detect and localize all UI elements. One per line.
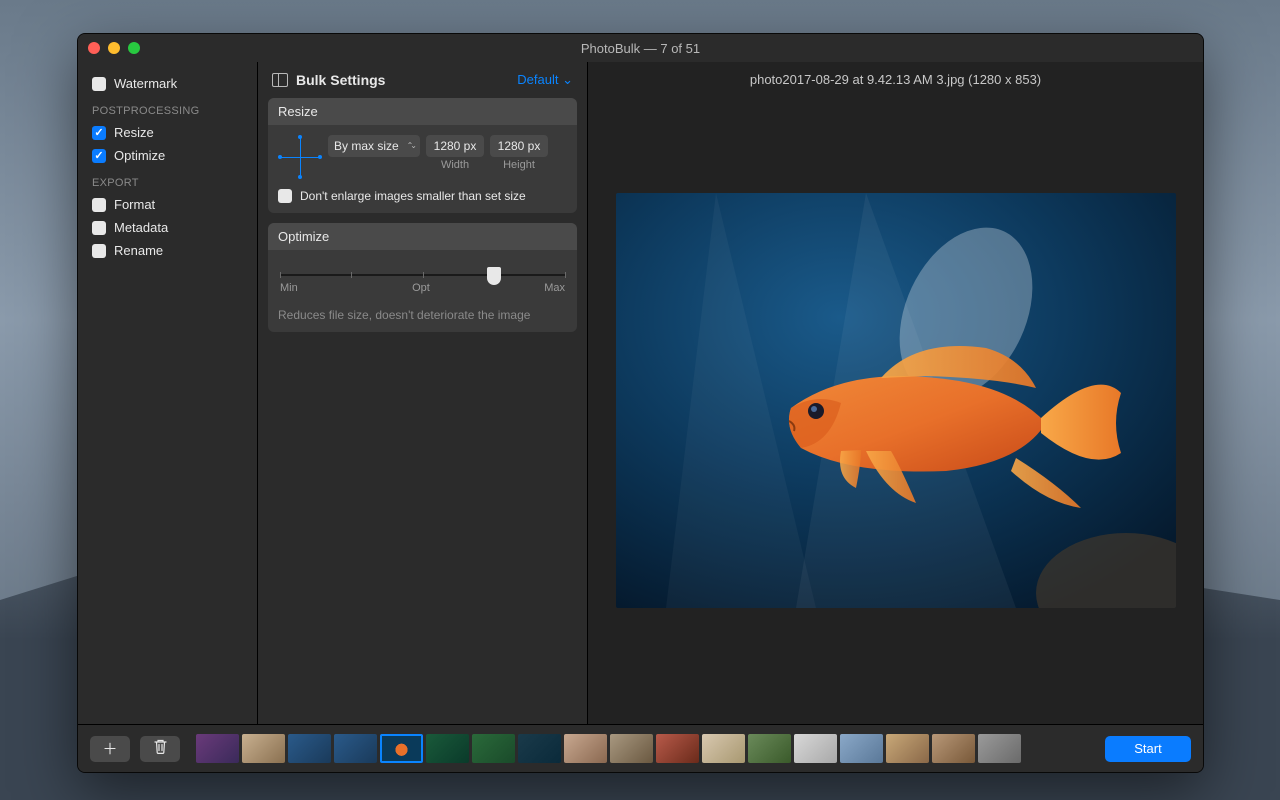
sidebar-label-watermark: Watermark	[114, 76, 177, 91]
minimize-button[interactable]	[108, 42, 120, 54]
plus-icon: ＋	[102, 738, 117, 759]
thumbnail[interactable]	[748, 734, 791, 763]
thumbnail[interactable]	[840, 734, 883, 763]
preview-image	[616, 193, 1176, 608]
thumbnail[interactable]	[610, 734, 653, 763]
thumbnail[interactable]	[886, 734, 929, 763]
sidebar: Watermark POSTPROCESSING Resize Optimize…	[78, 62, 258, 724]
preset-selector[interactable]: Default	[517, 72, 573, 88]
sidebar-item-rename[interactable]: Rename	[78, 239, 257, 262]
checkbox-rename[interactable]	[92, 244, 106, 258]
slider-min-label: Min	[280, 282, 298, 294]
slider-thumb[interactable]	[487, 267, 501, 285]
thumbnail[interactable]	[380, 734, 423, 763]
sidebar-label-metadata: Metadata	[114, 220, 168, 235]
trash-icon	[154, 739, 167, 758]
preview-pane: photo2017-08-29 at 9.42.13 AM 3.jpg (128…	[588, 62, 1203, 724]
checkbox-metadata[interactable]	[92, 221, 106, 235]
optimize-desc: Reduces file size, doesn't deteriorate t…	[278, 308, 567, 322]
optimize-panel: Optimize Min	[268, 223, 577, 332]
sidebar-item-metadata[interactable]: Metadata	[78, 216, 257, 239]
content-area: Watermark POSTPROCESSING Resize Optimize…	[78, 62, 1203, 724]
thumbnail[interactable]	[334, 734, 377, 763]
section-postprocessing: POSTPROCESSING	[78, 95, 257, 121]
enlarge-row: Don't enlarge images smaller than set si…	[278, 189, 567, 203]
height-input[interactable]	[490, 135, 548, 157]
height-label: Height	[503, 159, 535, 171]
sidebar-item-format[interactable]: Format	[78, 193, 257, 216]
thumbnail[interactable]	[196, 734, 239, 763]
sidebar-label-rename: Rename	[114, 243, 163, 258]
optimize-slider[interactable]: Min Opt Max	[278, 260, 567, 300]
thumbnail[interactable]	[978, 734, 1021, 763]
dimensions-icon	[278, 135, 322, 179]
sidebar-label-resize: Resize	[114, 125, 154, 140]
thumbnail[interactable]	[518, 734, 561, 763]
checkbox-optimize[interactable]	[92, 149, 106, 163]
resize-mode-select[interactable]: By max size	[328, 135, 420, 157]
thumbnail[interactable]	[564, 734, 607, 763]
settings-header: Bulk Settings Default	[268, 72, 577, 98]
thumbnail[interactable]	[472, 734, 515, 763]
settings-title: Bulk Settings	[296, 72, 385, 88]
preview-image-container	[588, 97, 1203, 724]
resize-mode-value: By max size	[334, 139, 399, 153]
delete-button[interactable]	[140, 736, 180, 762]
thumbnail[interactable]	[656, 734, 699, 763]
thumbnail[interactable]	[426, 734, 469, 763]
thumbnail-strip	[190, 734, 1095, 763]
footer: ＋ Start	[78, 724, 1203, 772]
settings-panel: Bulk Settings Default Resize By max size	[258, 62, 588, 724]
sidebar-item-optimize[interactable]: Optimize	[78, 144, 257, 167]
add-button[interactable]: ＋	[90, 736, 130, 762]
maximize-button[interactable]	[128, 42, 140, 54]
width-input[interactable]	[426, 135, 484, 157]
optimize-header: Optimize	[268, 223, 577, 250]
slider-max-label: Max	[544, 282, 565, 294]
thumbnail[interactable]	[702, 734, 745, 763]
sidebar-label-format: Format	[114, 197, 155, 212]
resize-controls: By max size Width Height	[278, 135, 567, 179]
sidebar-item-watermark[interactable]: Watermark	[78, 72, 257, 95]
preview-caption: photo2017-08-29 at 9.42.13 AM 3.jpg (128…	[588, 62, 1203, 97]
checkbox-enlarge[interactable]	[278, 189, 292, 203]
thumbnail[interactable]	[932, 734, 975, 763]
slider-opt-label: Opt	[412, 282, 430, 294]
app-window: PhotoBulk — 7 of 51 Watermark POSTPROCES…	[77, 33, 1204, 773]
enlarge-label: Don't enlarge images smaller than set si…	[300, 189, 526, 203]
thumbnail[interactable]	[242, 734, 285, 763]
start-label: Start	[1134, 741, 1161, 756]
window-title: PhotoBulk — 7 of 51	[78, 41, 1203, 56]
checkbox-resize[interactable]	[92, 126, 106, 140]
close-button[interactable]	[88, 42, 100, 54]
resize-header: Resize	[268, 98, 577, 125]
width-label: Width	[441, 159, 469, 171]
traffic-lights	[88, 42, 140, 54]
thumbnail[interactable]	[794, 734, 837, 763]
checkbox-watermark[interactable]	[92, 77, 106, 91]
checkbox-format[interactable]	[92, 198, 106, 212]
resize-panel: Resize By max size Width	[268, 98, 577, 213]
thumbnail[interactable]	[288, 734, 331, 763]
start-button[interactable]: Start	[1105, 736, 1191, 762]
section-export: EXPORT	[78, 167, 257, 193]
layout-icon	[272, 73, 288, 87]
sidebar-label-optimize: Optimize	[114, 148, 165, 163]
sidebar-item-resize[interactable]: Resize	[78, 121, 257, 144]
titlebar: PhotoBulk — 7 of 51	[78, 34, 1203, 62]
